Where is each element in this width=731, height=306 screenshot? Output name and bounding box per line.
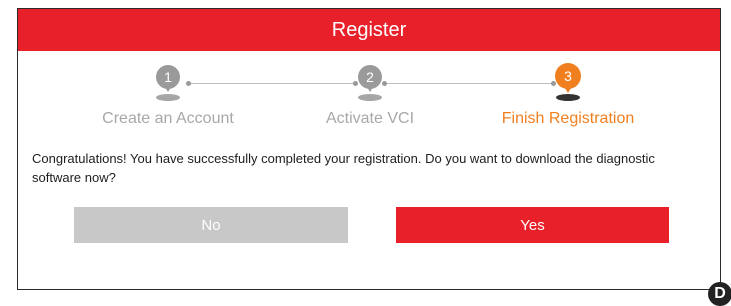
step-number: 2: [358, 65, 382, 89]
no-button-label: No: [201, 216, 221, 234]
step-number: 3: [555, 63, 581, 89]
step-create-account: 1 Create an Account: [68, 63, 268, 128]
step-label: Activate VCI: [325, 110, 415, 127]
location-pin-icon: 3: [555, 63, 581, 103]
corner-badge: D: [708, 282, 731, 306]
dialog-title: Register: [331, 18, 407, 41]
step-activate-vci: 2 Activate VCI: [270, 63, 470, 128]
step-number: 1: [156, 65, 180, 89]
step-finish-registration: 3 Finish Registration: [468, 63, 668, 128]
location-pin-icon: 1: [155, 63, 181, 103]
registration-steps: 1 Create an Account 2 Activate VCI 3 Fin…: [18, 63, 720, 141]
step-label: Create an Account: [102, 110, 234, 127]
step-label: Finish Registration: [501, 110, 635, 127]
yes-button[interactable]: Yes: [396, 207, 669, 243]
register-dialog: Register 1 Create an Account 2 Activate …: [17, 8, 721, 290]
yes-button-label: Yes: [520, 216, 545, 234]
dialog-header: Register: [18, 9, 720, 51]
confirmation-message: Congratulations! You have successfully c…: [32, 151, 655, 185]
location-pin-icon: 2: [357, 63, 383, 103]
no-button[interactable]: No: [74, 207, 348, 243]
